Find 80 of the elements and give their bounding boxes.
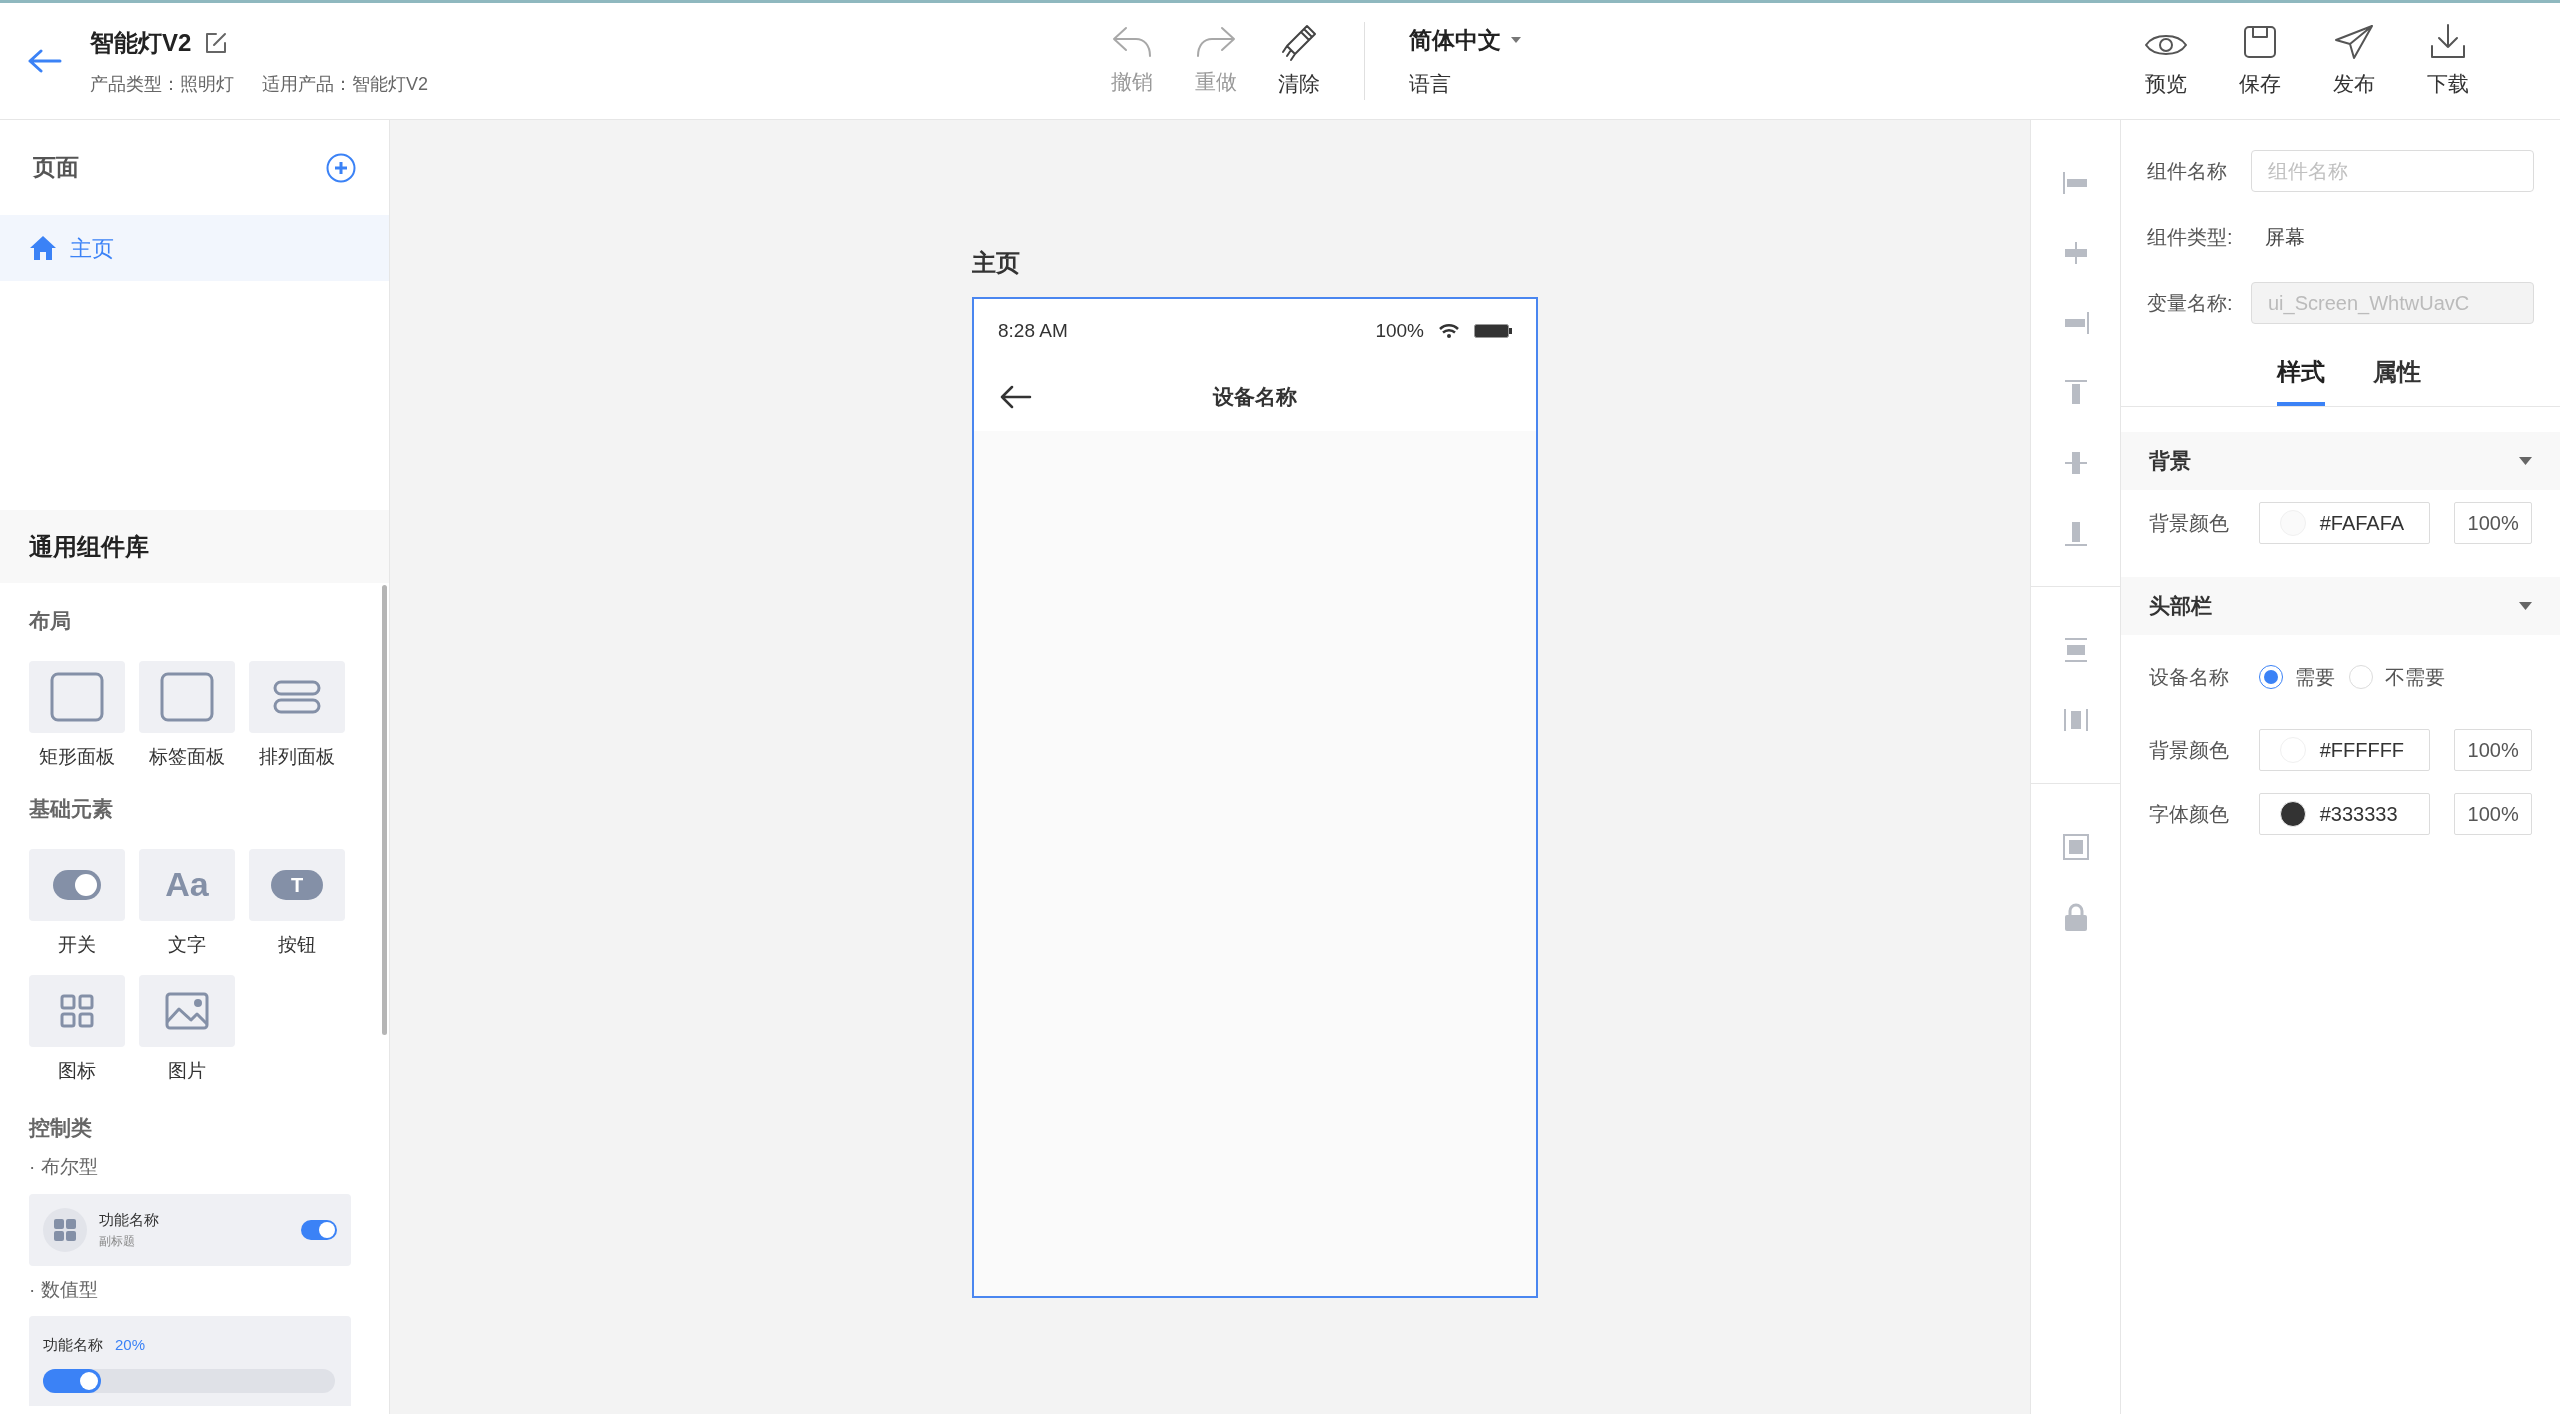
color-field[interactable]: #FAFAFA: [2258, 502, 2431, 544]
slider-track[interactable]: [43, 1368, 335, 1393]
field-label: 设备名称: [2149, 665, 2230, 690]
toolbar-button[interactable]: 清除: [1278, 22, 1320, 100]
paper-plane-icon: [2334, 24, 2374, 61]
function-subtitle: 副标题: [99, 1232, 136, 1250]
product-meta: 适用产品：智能灯V2: [262, 72, 429, 96]
caret-icon: [1511, 37, 1521, 44]
rows-icon: [273, 679, 321, 714]
numeric-control-card[interactable]: 功能名称 20%: [29, 1316, 351, 1406]
language-label: 语言: [1409, 70, 1452, 97]
wifi-icon: [1438, 323, 1460, 339]
square-icon: [50, 671, 104, 722]
language-dropdown[interactable]: 简体中文: [1409, 23, 1709, 58]
action-button[interactable]: 发布: [2332, 22, 2376, 100]
action-button[interactable]: 保存: [2238, 22, 2282, 100]
field-label: 背景颜色: [2149, 511, 2230, 536]
subgroup-label: · 数值型: [29, 1277, 99, 1302]
product-meta: 产品类型：照明灯: [90, 72, 234, 96]
battery-percent: 100%: [1375, 318, 1424, 343]
caret-icon[interactable]: [2519, 602, 2532, 610]
status-time: 8:28 AM: [998, 318, 1068, 343]
lock-icon[interactable]: [2062, 902, 2089, 932]
plus-circle-icon: [326, 152, 356, 183]
function-name: 功能名称: [43, 1335, 103, 1355]
toggle-switch[interactable]: [301, 1219, 337, 1240]
phone-screen[interactable]: 8:28 AM 100% 设备名称: [972, 297, 1538, 1298]
align-icon[interactable]: [2060, 832, 2091, 862]
toggle-icon: [53, 869, 101, 900]
radio-option[interactable]: 不需要: [2349, 662, 2445, 692]
field-label: 组件类型:: [2147, 225, 2234, 250]
caret-icon[interactable]: [2519, 457, 2532, 465]
edit-icon: [205, 31, 228, 54]
component-type-value: 屏幕: [2265, 225, 2305, 250]
button-glyph: T: [271, 869, 323, 900]
group-title: 控制类: [29, 1114, 93, 1141]
section-title: 背景: [2149, 448, 2191, 475]
component-name-field[interactable]: 组件名称: [2251, 150, 2534, 192]
field-label: 背景颜色: [2149, 738, 2230, 763]
color-field[interactable]: #FFFFFF: [2258, 729, 2431, 771]
save-icon: [2242, 24, 2278, 61]
field-label: 组件名称: [2147, 159, 2228, 184]
pages-title: 页面: [33, 153, 79, 183]
function-name: 功能名称: [99, 1210, 160, 1231]
screen-title: 设备名称: [1213, 384, 1297, 411]
library-title: 通用组件库: [29, 531, 149, 562]
edit-button[interactable]: [205, 31, 228, 54]
action-button[interactable]: 下载: [2426, 22, 2470, 100]
radio-option[interactable]: 需要: [2259, 662, 2335, 692]
group-title: 布局: [29, 608, 72, 634]
back-arrow-icon: [28, 49, 62, 73]
scrollbar[interactable]: [382, 585, 387, 1035]
image-icon: [165, 992, 209, 1030]
home-icon: [30, 236, 56, 260]
action-button[interactable]: 预览: [2144, 22, 2188, 100]
subgroup-label: · 布尔型: [29, 1155, 99, 1179]
boolean-control-card[interactable]: 功能名称 副标题: [29, 1193, 351, 1266]
add-page-button[interactable]: [326, 152, 356, 183]
page-title: 主页: [972, 248, 1021, 278]
grid-icon: [43, 1207, 87, 1252]
value-reading: 20%: [115, 1335, 146, 1355]
panel-tab[interactable]: 样式: [2276, 354, 2325, 406]
opacity-field[interactable]: 100%: [2454, 793, 2532, 835]
panel-tab[interactable]: 属性: [2372, 354, 2421, 406]
broom-icon: [1279, 22, 1319, 63]
text-glyph: Aa: [165, 864, 209, 905]
grid-icon: [60, 994, 94, 1028]
battery-icon: [1474, 324, 1512, 338]
square-icon: [160, 671, 214, 722]
download-icon: [2429, 22, 2467, 61]
project-title: 智能灯V2: [90, 27, 192, 58]
back-arrow-icon: [1000, 385, 1032, 409]
opacity-field[interactable]: 100%: [2454, 502, 2532, 544]
field-label: 变量名称:: [2147, 291, 2233, 316]
section-title: 头部栏: [2149, 593, 2212, 620]
field-label: 字体颜色: [2149, 802, 2230, 827]
back-button[interactable]: [28, 49, 62, 73]
color-field[interactable]: #333333: [2258, 793, 2431, 835]
group-title: 基础元素: [29, 796, 114, 822]
opacity-field[interactable]: 100%: [2454, 729, 2532, 771]
